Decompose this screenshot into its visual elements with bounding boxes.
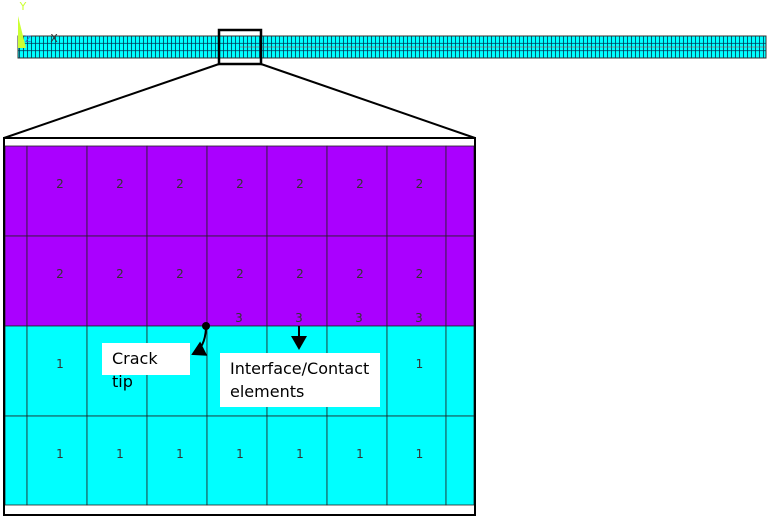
element-number: 1 (56, 447, 64, 461)
mesh-element (26, 145, 88, 237)
interface-element-number: 3 (235, 311, 243, 325)
element-number: 2 (356, 267, 364, 281)
mesh-element (445, 235, 475, 327)
crack-tip-callout: Crack tip (102, 343, 190, 391)
element-number: 1 (176, 447, 184, 461)
element-number: 1 (236, 447, 244, 461)
element-number: 1 (296, 447, 304, 461)
mesh-element (146, 145, 208, 237)
element-number: 2 (176, 267, 184, 281)
element-number: 2 (236, 177, 244, 191)
svg-text:Z: Z (25, 35, 31, 45)
interface-callout: Interface/Contact elements (220, 353, 380, 407)
element-number: 2 (236, 267, 244, 281)
interface-label-line2: elements (230, 382, 305, 401)
element-number: 1 (416, 447, 424, 461)
element-number: 2 (356, 177, 364, 191)
mesh-element (445, 415, 475, 506)
diagram: Y X Z 22222222222222333311111111111111 (3, 0, 767, 516)
mesh-element (26, 235, 88, 327)
mesh-element (386, 325, 447, 417)
element-number: 2 (296, 267, 304, 281)
element-number: 2 (416, 177, 424, 191)
element-number: 2 (56, 177, 64, 191)
interface-element-number: 3 (295, 311, 303, 325)
mesh-element (86, 145, 148, 237)
mesh-element (266, 145, 328, 237)
interface-element-number: 3 (415, 311, 423, 325)
element-number: 2 (176, 177, 184, 191)
mesh-element (4, 235, 28, 327)
mesh-element (206, 145, 268, 237)
mesh-element (386, 145, 447, 237)
mesh-element (4, 415, 28, 506)
element-number: 1 (56, 357, 64, 371)
mesh-element (445, 325, 475, 417)
interface-label-line1: Interface/Contact (230, 359, 370, 378)
element-number: 2 (296, 177, 304, 191)
element-number: 2 (56, 267, 64, 281)
mesh-element (326, 145, 388, 237)
element-number: 1 (116, 447, 124, 461)
svg-text:Y: Y (19, 0, 27, 13)
mesh-element (26, 325, 88, 417)
mesh-element (86, 235, 148, 327)
element-number: 1 (416, 357, 424, 371)
element-number: 2 (116, 177, 124, 191)
svg-text:X: X (50, 32, 58, 45)
element-number: 2 (416, 267, 424, 281)
element-number: 2 (116, 267, 124, 281)
mesh-element (445, 145, 475, 237)
mesh-element (146, 235, 208, 327)
element-number: 1 (356, 447, 364, 461)
mesh-element (4, 325, 28, 417)
mesh-element (4, 145, 28, 237)
zoomed-mesh: 22222222222222333311111111111111 (4, 139, 475, 514)
interface-element-number: 3 (355, 311, 363, 325)
